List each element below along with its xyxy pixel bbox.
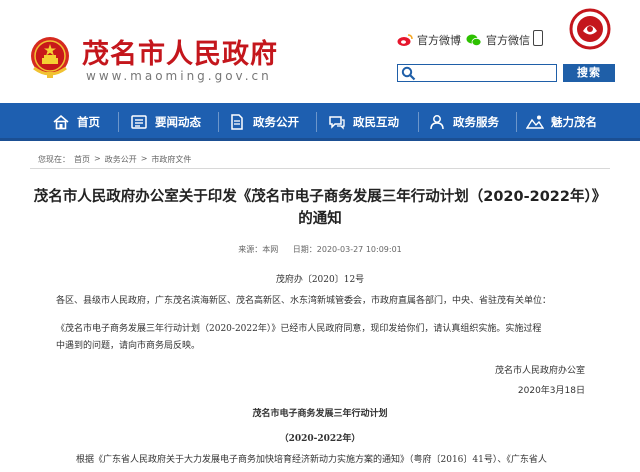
nav-divider bbox=[418, 112, 419, 132]
nav-item-interaction[interactable]: 政民互动 bbox=[328, 103, 399, 141]
nav-item-news[interactable]: 要闻动态 bbox=[130, 103, 201, 141]
article-title: 茂名市人民政府办公室关于印发《茂名市电子商务发展三年行动计划（2020-2022… bbox=[30, 186, 610, 230]
site-url: www.maoming.gov.cn bbox=[86, 69, 272, 83]
plan-subtitle: （2020-2022年） bbox=[279, 434, 361, 444]
breadcrumb-link-gov-affairs[interactable]: 政务公开 bbox=[105, 154, 137, 165]
sign-date: 2020年3月18日 bbox=[517, 386, 585, 396]
breadcrumb-link-home[interactable]: 首页 bbox=[74, 154, 90, 165]
recipients-paragraph: 各区、县级市人民政府，广东茂名滨海新区、茂名高新区、水东湾新城管委会，市政府直属… bbox=[56, 296, 552, 306]
breadcrumb-separator: > bbox=[140, 154, 148, 163]
signer: 茂名市人民政府办公室 bbox=[494, 366, 585, 376]
nav-divider bbox=[218, 112, 219, 132]
search-button[interactable]: 搜索 bbox=[563, 64, 615, 82]
weibo-link[interactable]: 官方微博 bbox=[397, 32, 461, 48]
wechat-link[interactable]: 官方微信 bbox=[466, 32, 530, 48]
breadcrumb-prefix: 您现在： bbox=[38, 155, 70, 164]
breadcrumb-divider bbox=[30, 168, 610, 169]
city-logo-icon bbox=[569, 8, 611, 50]
nav-item-services[interactable]: 政务服务 bbox=[428, 103, 499, 141]
plan-title: 茂名市电子商务发展三年行动计划 bbox=[252, 409, 388, 419]
search-icon bbox=[401, 66, 416, 81]
nav-label: 政民互动 bbox=[353, 115, 399, 129]
weibo-label: 官方微博 bbox=[417, 34, 461, 47]
breadcrumb-separator: > bbox=[94, 154, 101, 163]
nav-divider bbox=[118, 112, 119, 132]
home-icon bbox=[53, 114, 69, 130]
nav-item-home[interactable]: 首页 bbox=[52, 103, 100, 141]
article-source: 来源：本网 bbox=[238, 245, 279, 254]
article-date: 日期：2020-03-27 10:09:01 bbox=[292, 245, 402, 254]
nav-divider bbox=[316, 112, 317, 132]
wechat-icon bbox=[466, 34, 482, 47]
body-paragraph-line1: 《茂名市电子商务发展三年行动计划（2020-2022年）》已经市人民政府同意，现… bbox=[56, 324, 542, 334]
body-paragraph-line2: 中遇到的问题，请向市商务局反映。 bbox=[56, 341, 201, 351]
breadcrumb-link-city-docs[interactable]: 市政府文件 bbox=[151, 154, 191, 165]
site-header: 茂名市人民政府 www.maoming.gov.cn 官方微博 官方微信 搜索 bbox=[0, 0, 640, 103]
article-title-line2: 的通知 bbox=[298, 211, 342, 227]
national-emblem-icon bbox=[31, 37, 69, 78]
nav-label: 魅力茂名 bbox=[551, 115, 597, 129]
document-icon bbox=[231, 114, 243, 130]
article-meta: 来源：本网 日期：2020-03-27 10:09:01 bbox=[30, 244, 610, 255]
plan-body-paragraph: 根据《广东省人民政府关于大力发展电子商务加快培育经济新动力实施方案的通知》（粤府… bbox=[76, 455, 547, 465]
search-box bbox=[397, 64, 557, 82]
nav-divider bbox=[516, 112, 517, 132]
site-title[interactable]: 茂名市人民政府 bbox=[82, 32, 278, 71]
nav-label: 要闻动态 bbox=[155, 115, 201, 129]
search-input[interactable] bbox=[418, 65, 554, 81]
document-number: 茂府办〔2020〕12号 bbox=[275, 275, 365, 285]
breadcrumb: 您现在： 首页 > 政务公开 > 市政府文件 bbox=[38, 154, 191, 165]
nav-label: 政务服务 bbox=[453, 115, 499, 129]
nav-item-charm[interactable]: 魅力茂名 bbox=[526, 103, 597, 141]
wechat-label: 官方微信 bbox=[486, 34, 530, 47]
search-bar: 搜索 bbox=[397, 64, 615, 82]
scenery-icon bbox=[526, 115, 544, 129]
main-nav: 首页 要闻动态 政务公开 政民互动 政务服务 魅力茂名 bbox=[0, 103, 640, 141]
article-title-line1: 茂名市人民政府办公室关于印发《茂名市电子商务发展三年行动计划（2020-2022… bbox=[33, 189, 607, 205]
chat-icon bbox=[329, 116, 345, 130]
nav-label: 政务公开 bbox=[253, 115, 299, 129]
service-icon bbox=[430, 115, 444, 130]
nav-item-gov-affairs[interactable]: 政务公开 bbox=[228, 103, 299, 141]
news-icon bbox=[131, 115, 147, 129]
weibo-icon bbox=[397, 34, 413, 46]
mobile-phone-icon[interactable] bbox=[533, 30, 543, 46]
nav-label: 首页 bbox=[77, 115, 100, 129]
